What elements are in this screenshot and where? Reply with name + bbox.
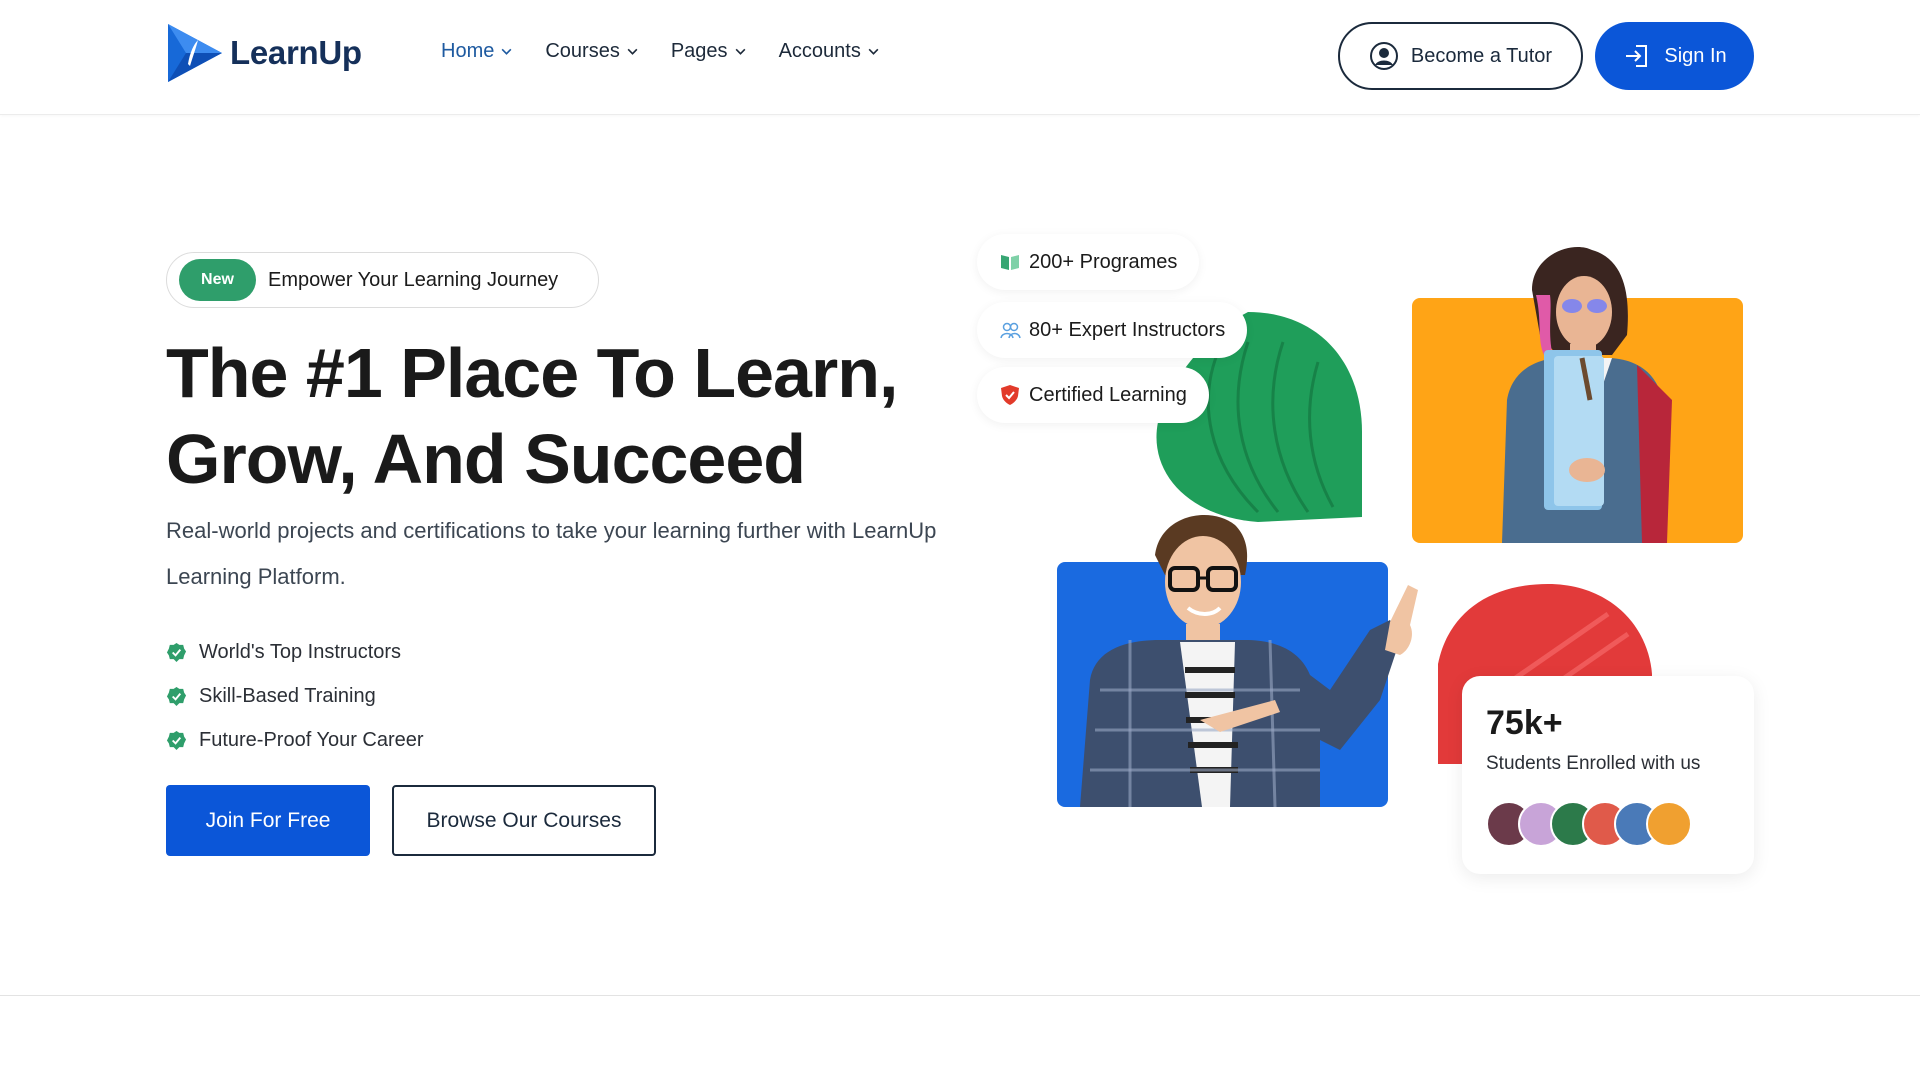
join-free-button[interactable]: Join For Free: [166, 785, 370, 856]
feature-list: World's Top Instructors Skill-Based Trai…: [166, 630, 424, 762]
site-header: LearnUp Home Courses Pages Accounts Beco…: [0, 0, 1920, 115]
hero-subtitle: Real-world projects and certifications t…: [166, 518, 937, 589]
hero-title-line-2: Grow, And Succeed: [166, 420, 806, 498]
nav-home-label: Home: [441, 40, 495, 62]
programs-pill: 200+ Programes: [977, 234, 1200, 290]
feature-label: Future-Proof Your Career: [199, 728, 424, 751]
students-label: Students Enrolled with us: [1486, 753, 1701, 774]
badge-text: Empower Your Learning Journey: [268, 268, 559, 291]
main-nav: Home Courses Pages Accounts: [441, 40, 880, 63]
nav-accounts[interactable]: Accounts: [779, 40, 880, 63]
nav-courses[interactable]: Courses: [545, 40, 638, 63]
users-icon: [1000, 322, 1021, 339]
nav-pages-label: Pages: [670, 40, 728, 62]
student-girl-image: [1502, 246, 1672, 543]
hero-badge: New Empower Your Learning Journey: [166, 252, 599, 308]
become-tutor-button[interactable]: Become a Tutor: [1338, 22, 1583, 90]
hero-title-line-1: The #1 Place To Learn,: [166, 334, 898, 412]
sign-in-label: Sign In: [1664, 44, 1727, 67]
logo-icon: [168, 24, 222, 82]
nav-accounts-label: Accounts: [778, 40, 861, 62]
chevron-down-icon: [501, 48, 512, 55]
login-arrow-icon: [1626, 45, 1648, 67]
chevron-down-icon: [868, 48, 879, 55]
shield-icon: [1001, 385, 1019, 405]
students-count: 75k+: [1486, 704, 1563, 742]
certified-label: Certified Learning: [1029, 383, 1187, 406]
check-badge-icon: [166, 642, 187, 662]
programs-label: 200+ Programes: [1029, 250, 1178, 273]
check-badge-icon: [166, 730, 187, 750]
brand-logo[interactable]: LearnUp: [166, 22, 362, 84]
feature-label: Skill-Based Training: [199, 684, 376, 707]
brand-name: LearnUp: [230, 34, 362, 71]
nav-home[interactable]: Home: [441, 40, 513, 63]
certified-pill: Certified Learning: [977, 367, 1209, 423]
nav-courses-label: Courses: [545, 40, 620, 62]
avatar-group: [1486, 801, 1730, 847]
instructors-pill: 80+ Expert Instructors: [977, 302, 1248, 358]
feature-item: Future-Proof Your Career: [166, 718, 424, 762]
feature-item: Skill-Based Training: [166, 674, 424, 718]
chevron-down-icon: [735, 48, 745, 55]
enrollment-stats-card: 75k+ Students Enrolled with us: [1462, 676, 1754, 874]
book-open-icon: [1001, 255, 1019, 270]
instructors-label: 80+ Expert Instructors: [1029, 318, 1226, 341]
student-boy-image: [1080, 515, 1418, 807]
feature-item: World's Top Instructors: [166, 630, 424, 674]
nav-pages[interactable]: Pages: [671, 40, 747, 63]
sign-in-button[interactable]: Sign In: [1595, 22, 1754, 90]
check-badge-icon: [166, 686, 187, 706]
hero-title: The #1 Place To Learn, Grow, And Succeed: [166, 330, 966, 502]
become-tutor-label: Become a Tutor: [1410, 44, 1553, 67]
section-divider: [0, 995, 1920, 996]
chevron-down-icon: [627, 48, 638, 55]
user-circle-icon: [1369, 42, 1398, 70]
browse-courses-button[interactable]: Browse Our Courses: [392, 785, 656, 856]
avatar: [1646, 801, 1692, 847]
feature-label: World's Top Instructors: [199, 640, 402, 663]
new-badge: New: [179, 259, 256, 301]
